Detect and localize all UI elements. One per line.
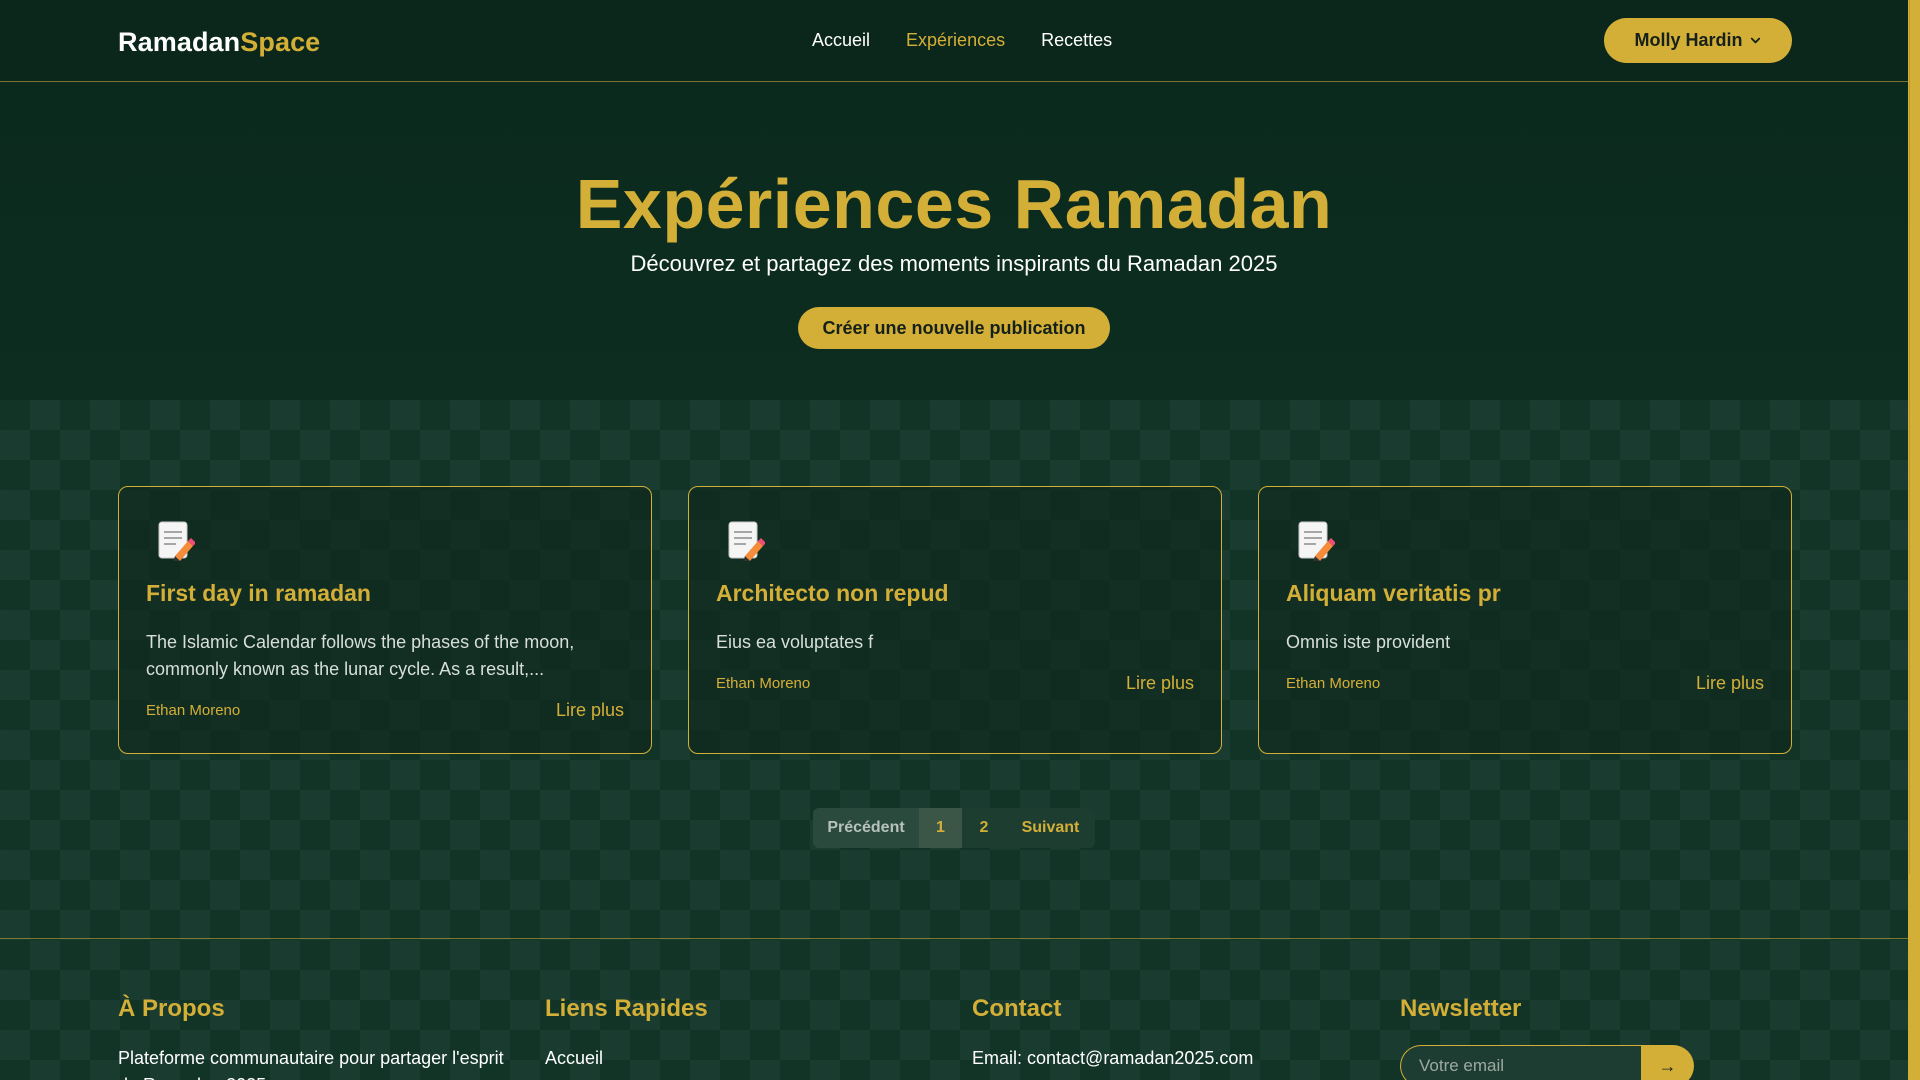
memo-icon [158, 521, 195, 561]
experience-card[interactable]: First day in ramadan The Islamic Calenda… [118, 486, 652, 754]
arrow-right-icon: → [1658, 1055, 1677, 1076]
hero-section: Expériences Ramadan Découvrez et partage… [0, 83, 1908, 400]
page-scrollbar-thumb[interactable] [1909, 0, 1919, 874]
pagination-next-button[interactable]: Suivant [1006, 808, 1095, 848]
page: RamadanSpace Accueil Expériences Recette… [0, 0, 1920, 1080]
read-more-link[interactable]: Lire plus [1696, 673, 1764, 694]
chevron-down-icon [1750, 37, 1760, 44]
pagination-prev-button[interactable]: Précédent [813, 808, 919, 848]
nav-link-accueil[interactable]: Accueil [812, 30, 870, 51]
footer-links: Liens Rapides Accueil [545, 995, 905, 1072]
experience-card[interactable]: Aliquam veritatis pr Omnis iste providen… [1258, 486, 1792, 754]
site-header: RamadanSpace Accueil Expériences Recette… [0, 0, 1908, 82]
main-nav: Accueil Expériences Recettes [812, 30, 1112, 51]
logo-text-main: Ramadan [118, 27, 241, 57]
newsletter-submit-button[interactable]: → [1641, 1045, 1694, 1080]
card-title[interactable]: Aliquam veritatis pr [1286, 580, 1501, 607]
card-title[interactable]: First day in ramadan [146, 580, 371, 607]
create-post-button[interactable]: Créer une nouvelle publication [798, 307, 1110, 349]
newsletter-form: → [1400, 1045, 1694, 1080]
card-title[interactable]: Architecto non repud [716, 580, 949, 607]
card-author: Ethan Moreno [716, 675, 811, 692]
site-footer: À Propos Plateforme communautaire pour p… [0, 938, 1908, 1080]
contact-email[interactable]: Email: contact@ramadan2025.com [972, 1045, 1332, 1072]
pagination-page-1[interactable]: 1 [919, 808, 962, 848]
pagination: Précédent 1 2 Suivant [813, 808, 1095, 848]
card-excerpt: Omnis iste provident [1286, 632, 1451, 652]
memo-icon [1298, 521, 1335, 561]
read-more-link[interactable]: Lire plus [556, 700, 624, 721]
read-more-link[interactable]: Lire plus [1126, 673, 1194, 694]
experience-card[interactable]: Architecto non repud Eius ea voluptates … [688, 486, 1222, 754]
user-menu-button[interactable]: Molly Hardin [1604, 18, 1792, 63]
footer-heading: Liens Rapides [545, 995, 708, 1022]
memo-icon [728, 521, 765, 561]
footer-heading: Contact [972, 995, 1062, 1022]
site-logo[interactable]: RamadanSpace [118, 27, 320, 58]
nav-link-experiences[interactable]: Expériences [906, 30, 1005, 51]
user-name: Molly Hardin [1634, 30, 1743, 50]
footer-about: À Propos Plateforme communautaire pour p… [118, 995, 528, 1080]
footer-link-accueil[interactable]: Accueil [545, 1048, 603, 1068]
card-excerpt: Eius ea voluptates f [716, 632, 874, 652]
page-subtitle: Découvrez et partagez des moments inspir… [630, 251, 1278, 276]
footer-about-text: Plateforme communautaire pour partager l… [118, 1048, 504, 1080]
footer-contact: Contact Email: contact@ramadan2025.com [972, 995, 1332, 1072]
pagination-page-2[interactable]: 2 [962, 808, 1006, 848]
logo-text-accent: Space [240, 27, 321, 57]
footer-newsletter: Newsletter → [1400, 995, 1730, 1080]
footer-heading: À Propos [118, 995, 225, 1022]
newsletter-email-input[interactable] [1400, 1045, 1641, 1080]
card-excerpt: The Islamic Calendar follows the phases … [146, 632, 575, 679]
footer-heading: Newsletter [1400, 995, 1522, 1022]
nav-link-recettes[interactable]: Recettes [1041, 30, 1112, 51]
card-author: Ethan Moreno [1286, 675, 1381, 692]
page-title: Expériences Ramadan [575, 165, 1333, 243]
card-author: Ethan Moreno [146, 702, 241, 719]
